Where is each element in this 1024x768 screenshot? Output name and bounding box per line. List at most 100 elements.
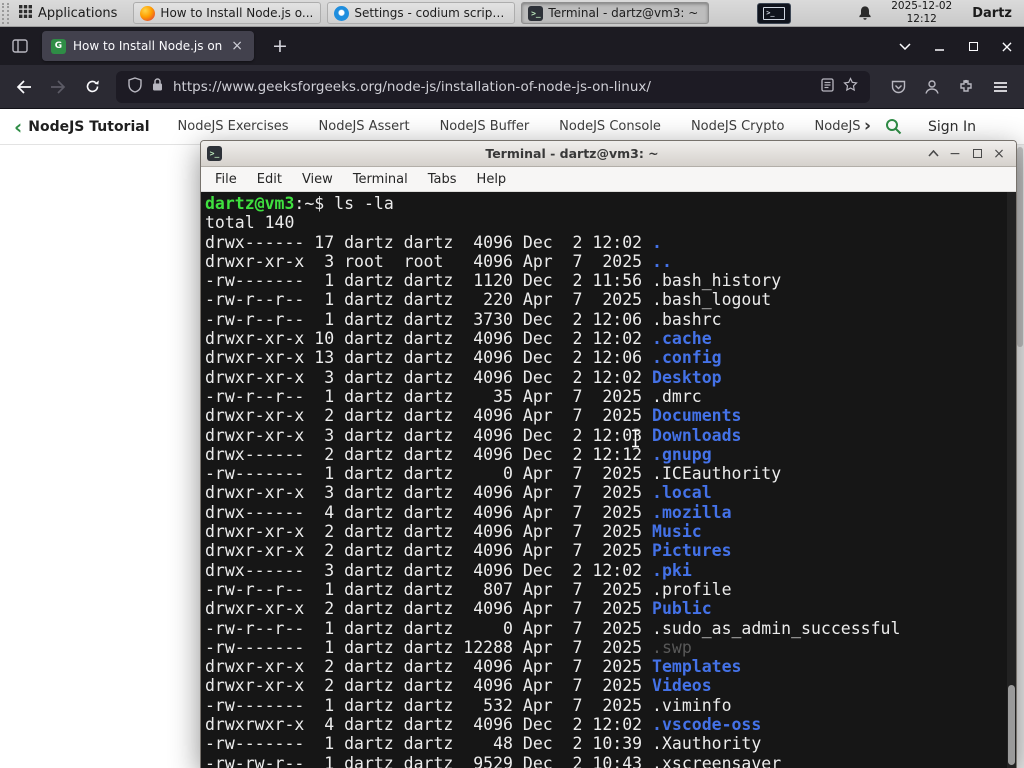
page-scrollbar-thumb[interactable] [1017,147,1023,347]
terminal-shade-icon[interactable] [922,150,944,157]
terminal-lines: dartz@vm3:~$ ls -la total 140 drwx------ 1… [205,194,1016,768]
pocket-icon[interactable] [882,72,914,102]
firefox-view-icon[interactable] [12,38,28,54]
clock-time: 12:12 [906,13,937,25]
taskbar-item-browser[interactable]: How to Install Node.js o... [133,2,322,24]
taskbar-item-label: How to Install Node.js o... [160,6,314,20]
firefox-icon [140,5,156,21]
site-nav-link[interactable]: NodeJS Console [559,119,661,134]
terminal-scrollbar-thumb[interactable] [1008,685,1015,765]
terminal-window: >_ Terminal - dartz@vm3: ~ − × File Edit V… [200,140,1017,768]
terminal-title: Terminal - dartz@vm3: ~ [485,146,659,161]
tab-title: How to Install Node.js on... [73,39,223,53]
terminal-line: drwxr-xr-x 2 dartz dartz 4096 Apr 7 2025… [205,522,702,542]
page-scrollbar[interactable] [1016,145,1024,768]
applications-label: Applications [38,5,118,21]
lock-icon[interactable] [151,77,164,96]
terminal-scrollbar[interactable] [1007,192,1016,768]
nav-forward-chevron-icon[interactable]: › [864,118,871,135]
site-nav-link[interactable]: NodeJS Crypto [691,119,785,134]
terminal-output[interactable]: dartz@vm3:~$ ls -la total 140 drwx------ 1… [201,192,1016,768]
url-text: https://www.geeksforgeeks.org/node-js/in… [173,78,651,95]
terminal-icon: >_ [528,5,544,21]
terminal-line: drwxr-xr-x 2 dartz dartz 4096 Apr 7 2025… [205,541,732,561]
terminal-line: -rw-rw-r-- 1 dartz dartz 9529 Dec 2 10:4… [205,753,782,768]
terminal-line: drwxr-xr-x 3 root root 4096 Apr 7 2025 .… [205,251,672,271]
reload-icon[interactable] [76,72,108,102]
applications-menu-button[interactable]: Applications [9,0,127,26]
extensions-puzzle-icon[interactable] [950,72,982,102]
terminal-line: drwxr-xr-x 13 dartz dartz 4096 Dec 2 12:… [205,348,722,368]
forward-icon[interactable] [42,72,74,102]
terminal-menu-view[interactable]: View [292,172,343,187]
sign-in-button[interactable]: Sign In [928,119,976,135]
tray-app-icon[interactable]: >_ [757,2,792,24]
account-icon[interactable] [916,72,948,102]
taskbar-item-label: Terminal - dartz@vm3: ~ [548,6,699,20]
clock-date: 2025-12-02 [891,0,953,13]
terminal-line: -rw------- 1 dartz dartz 532 Apr 7 2025 … [205,695,732,715]
terminal-line: -rw-r--r-- 1 dartz dartz 807 Apr 7 2025 … [205,579,732,599]
site-nav-link[interactable]: NodeJS Exercises [178,119,289,134]
terminal-line: -rw------- 1 dartz dartz 0 Apr 7 2025 .I… [205,464,782,484]
terminal-line: -rw------- 1 dartz dartz 12288 Apr 7 202… [205,637,692,657]
terminal-line: drwxr-xr-x 2 dartz dartz 4096 Apr 7 2025… [205,657,742,677]
site-nav-link[interactable]: NodeJS Buffer [440,119,530,134]
desktop: Applications How to Install Node.js o...… [0,0,1024,768]
terminal-line: drwx------ 3 dartz dartz 4096 Dec 2 12:0… [205,560,692,580]
terminal-line: -rw-r--r-- 1 dartz dartz 35 Apr 7 2025 .… [205,386,702,406]
back-icon[interactable] [8,72,40,102]
notification-bell-icon[interactable] [857,5,873,21]
tab-bar: G How to Install Node.js on... × + × [0,27,1024,65]
tray-terminal-glyph: >_ [763,6,786,20]
search-icon[interactable] [885,118,902,135]
clock[interactable]: 2025-12-02 12:12 [891,0,952,25]
terminal-line: -rw-r--r-- 1 dartz dartz 3730 Dec 2 12:0… [205,309,722,329]
site-nav-link[interactable]: NodeJS Assert [319,119,410,134]
terminal-line: drwx------ 17 dartz dartz 4096 Dec 2 12:… [205,232,662,252]
menu-hamburger-icon[interactable] [984,72,1016,102]
terminal-minimize-icon[interactable]: − [944,146,966,162]
terminal-titlebar[interactable]: >_ Terminal - dartz@vm3: ~ − × [201,141,1016,167]
panel-right-area: >_ 2025-12-02 12:12 Dartz [757,0,1024,25]
site-nav-items: NodeJS Exercises NodeJS Assert NodeJS Buff… [178,119,860,134]
terminal-line: drwxr-xr-x 2 dartz dartz 4096 Apr 7 2025… [205,406,742,426]
terminal-line: -rw-r--r-- 1 dartz dartz 0 Apr 7 2025 .s… [205,618,901,638]
site-nav-link[interactable]: NodeJS DNS [815,119,860,134]
terminal-line: drwxr-xr-x 3 dartz dartz 4096 Dec 2 12:0… [205,425,742,445]
window-minimize-icon[interactable] [922,27,956,65]
terminal-line: drwx------ 2 dartz dartz 4096 Dec 2 12:1… [205,444,712,464]
terminal-line: drwxrwxr-x 4 dartz dartz 4096 Dec 2 12:0… [205,715,762,735]
taskbar-item-terminal[interactable]: >_ Terminal - dartz@vm3: ~ [521,2,710,24]
url-bar[interactable]: https://www.geeksforgeeks.org/node-js/in… [116,70,870,103]
window-close-icon[interactable]: × [990,27,1024,65]
taskbar-item-settings[interactable]: Settings - codium script... [327,2,516,24]
terminal-line: drwxr-xr-x 3 dartz dartz 4096 Apr 7 2025… [205,483,712,503]
list-tabs-icon[interactable] [888,27,922,65]
terminal-line: drwx------ 4 dartz dartz 4096 Apr 7 2025… [205,502,732,522]
terminal-menubar: File Edit View Terminal Tabs Help [201,167,1016,192]
terminal-maximize-icon[interactable] [966,149,988,158]
new-tab-button[interactable]: + [266,35,294,57]
terminal-close-icon[interactable]: × [988,146,1010,162]
applications-icon [19,4,32,22]
window-maximize-icon[interactable] [956,27,990,65]
text-cursor-icon [632,429,639,448]
settings-icon [334,5,350,21]
terminal-menu-help[interactable]: Help [467,172,517,187]
terminal-line: -rw-r--r-- 1 dartz dartz 220 Apr 7 2025 … [205,290,772,310]
browser-tab[interactable]: G How to Install Node.js on... × [42,31,254,61]
terminal-line: drwxr-xr-x 2 dartz dartz 4096 Apr 7 2025… [205,676,712,696]
tracking-shield-icon[interactable] [128,76,142,97]
user-menu[interactable]: Dartz [972,6,1012,21]
bookmark-star-icon[interactable] [843,77,858,96]
tab-close-icon[interactable]: × [229,38,245,54]
terminal-menu-file[interactable]: File [205,172,247,187]
panel-handle[interactable] [2,2,9,24]
terminal-menu-terminal[interactable]: Terminal [343,172,418,187]
nav-back-chevron-icon[interactable]: ‹ [14,117,22,137]
terminal-menu-edit[interactable]: Edit [247,172,292,187]
reader-view-icon[interactable] [821,77,834,96]
site-back-link[interactable]: NodeJS Tutorial [28,119,149,135]
terminal-menu-tabs[interactable]: Tabs [418,172,467,187]
